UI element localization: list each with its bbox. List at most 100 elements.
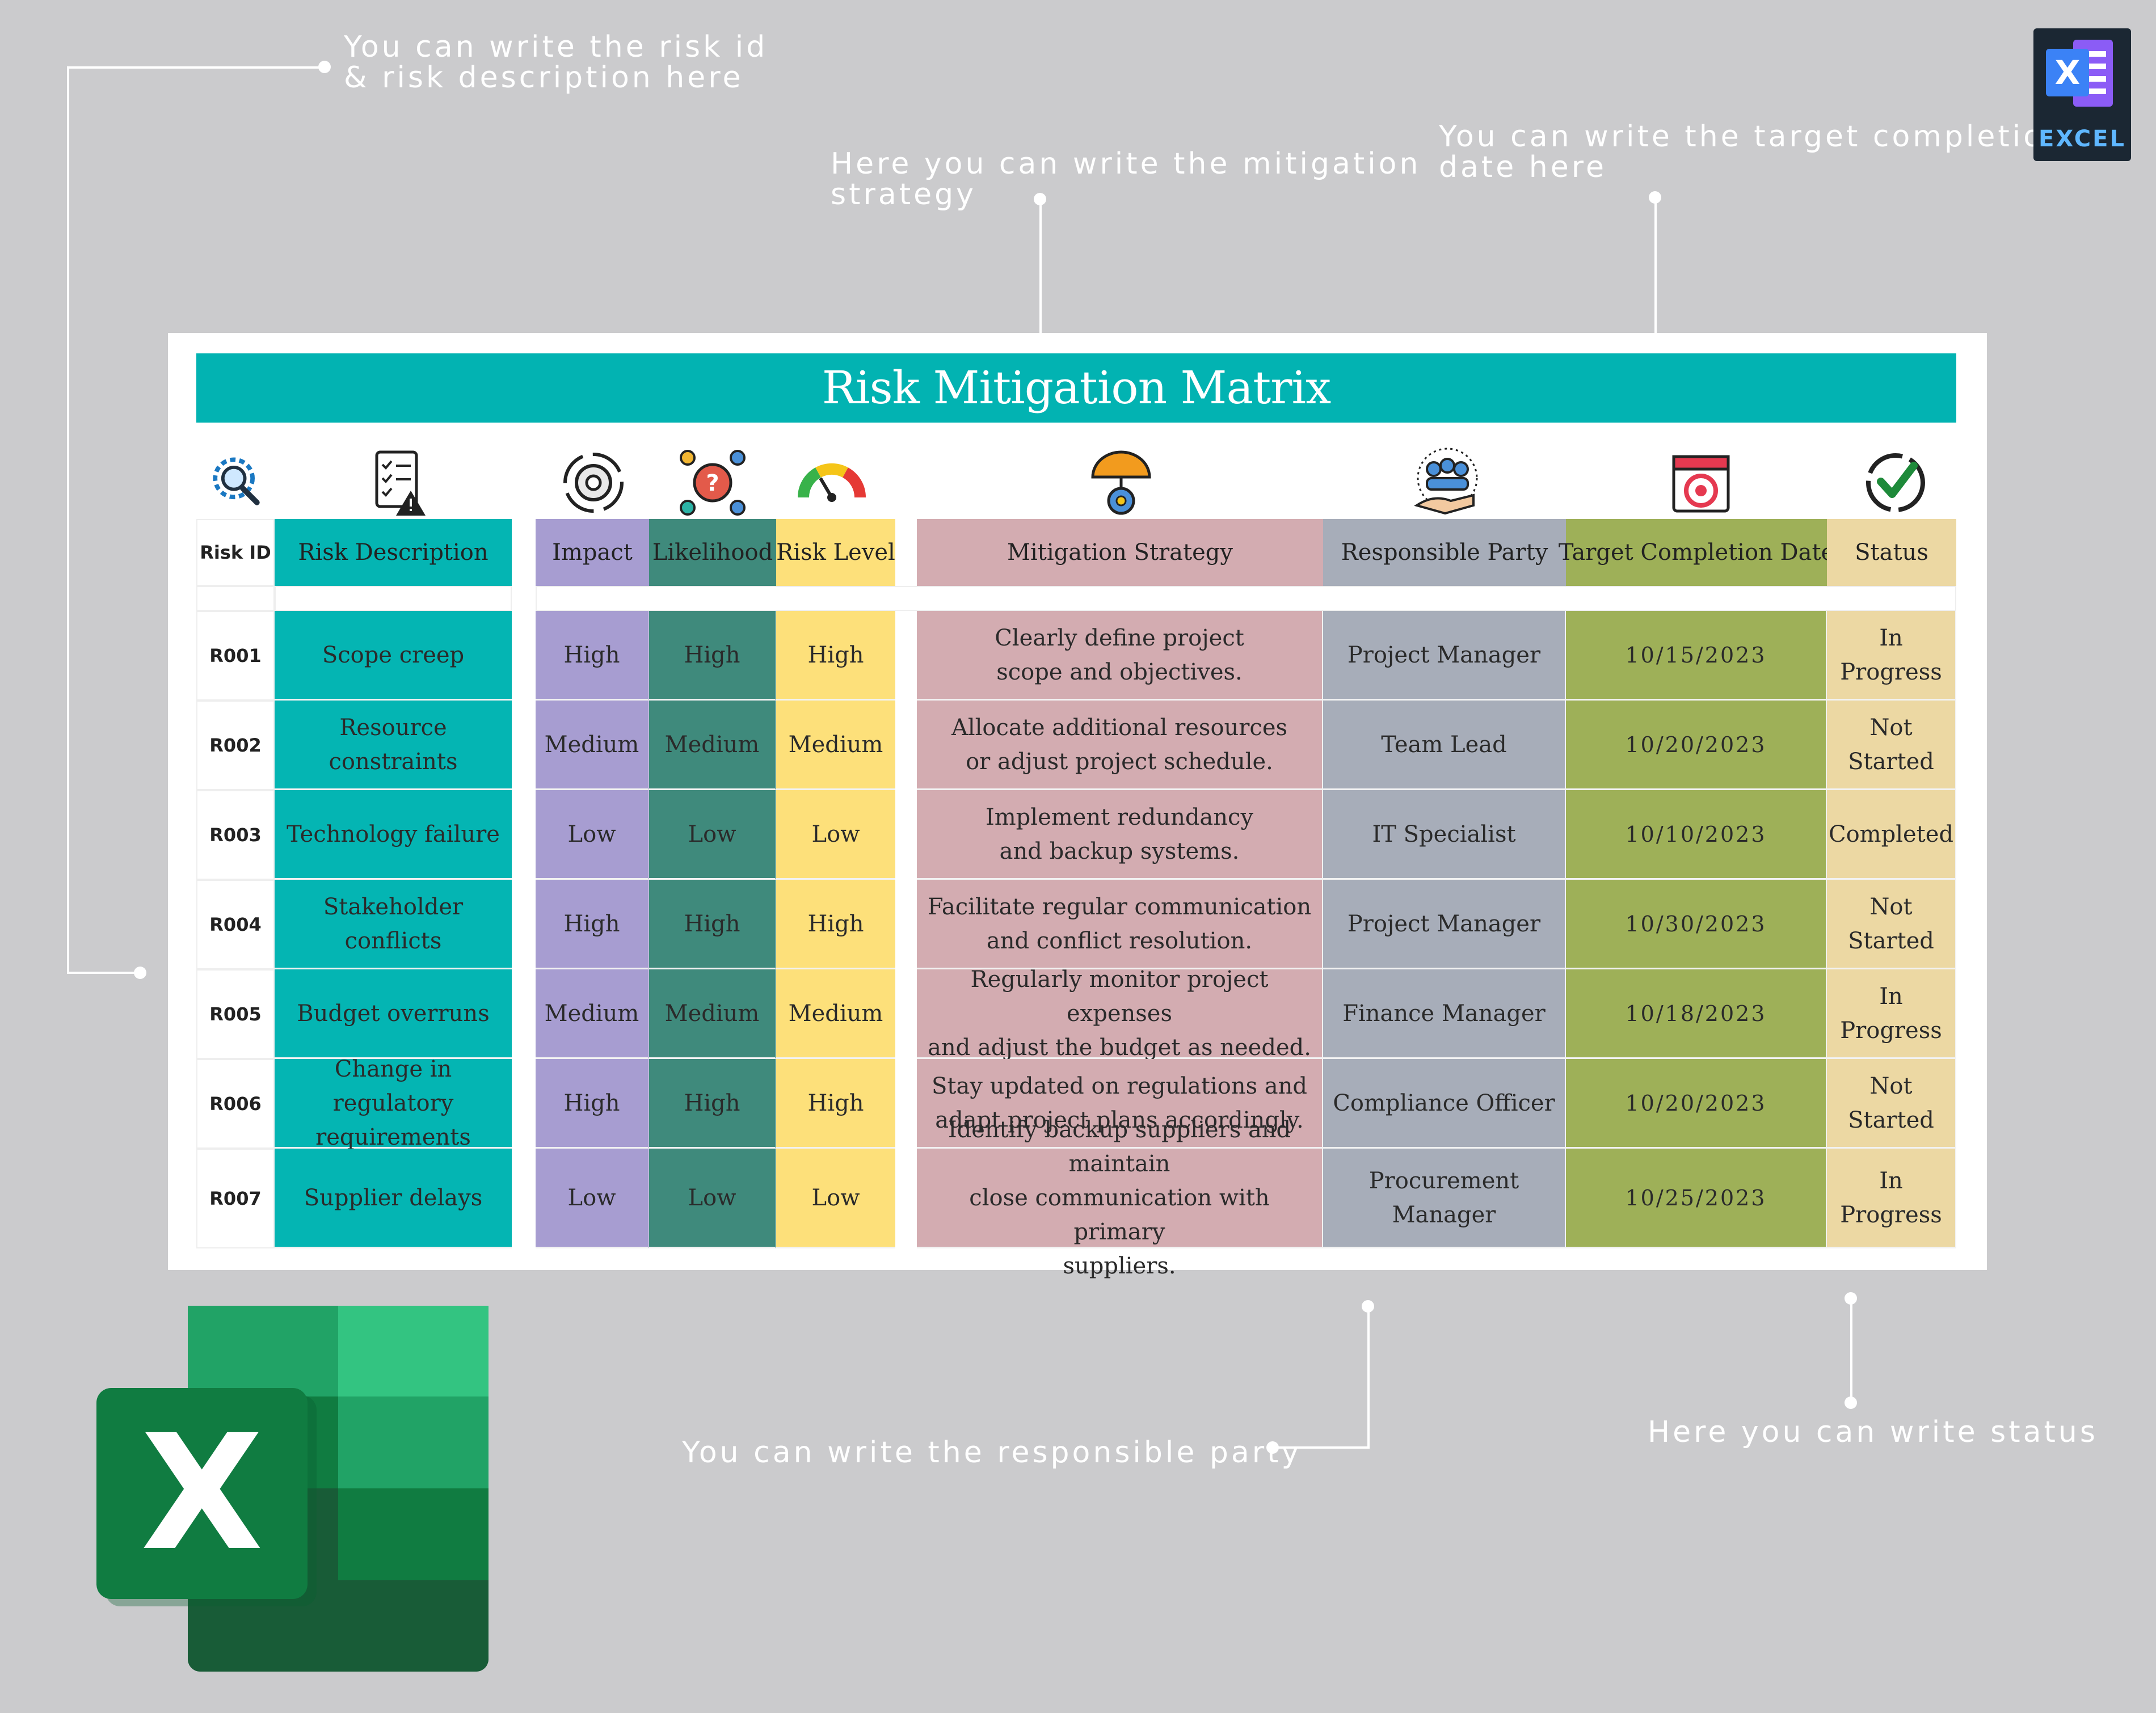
cell-risk-level[interactable]: High <box>776 611 895 701</box>
cell-risk-level[interactable]: Medium <box>776 701 895 790</box>
excel-badge-label: EXCEL <box>2039 126 2126 152</box>
callout-target-date: You can write the target completion date… <box>1439 120 2066 184</box>
callout-line-status <box>1850 1298 1852 1402</box>
cell-risk-id[interactable]: R004 <box>196 880 275 969</box>
checklist-warning-icon <box>281 446 517 519</box>
cell-impact[interactable]: High <box>536 611 649 701</box>
cell-risk-id[interactable]: R002 <box>196 701 275 790</box>
cell-target-date[interactable]: 10/20/2023 <box>1566 1059 1827 1149</box>
cell-impact[interactable]: High <box>536 1059 649 1149</box>
callout-line-riskid-h1 <box>67 66 325 69</box>
cell-mitigation-strategy[interactable]: Regularly monitor project expenses and a… <box>917 967 1323 1061</box>
cell-risk-description[interactable]: Scope creep <box>275 611 512 701</box>
callout-dot <box>1845 1396 1857 1409</box>
cell-responsible-party[interactable]: Project Manager <box>1323 611 1566 701</box>
header-risk-id: Risk ID <box>196 519 275 586</box>
check-circle-icon <box>1833 446 1959 519</box>
risk-matrix-sheet: Risk Mitigation Matrix ? Risk ID Risk De… <box>168 333 1987 1279</box>
excel-badge-letter: X <box>2054 53 2081 92</box>
sheet-title: Risk Mitigation Matrix <box>196 353 1956 423</box>
header-impact: Impact <box>536 519 649 586</box>
callout-mitigation: Here you can write the mitigation strate… <box>831 147 1421 212</box>
cell-risk-level[interactable]: Low <box>776 790 895 880</box>
cell-impact[interactable]: Medium <box>536 701 649 790</box>
gear-network-icon: ? <box>656 446 769 519</box>
cell-status[interactable]: Not Started <box>1827 701 1956 790</box>
gauge-meter-icon <box>775 446 888 519</box>
header-likelihood: Likelihood <box>649 519 776 586</box>
cell-likelihood[interactable]: High <box>649 880 776 969</box>
cell-responsible-party[interactable]: Finance Manager <box>1323 969 1566 1059</box>
cell-target-date[interactable]: 10/15/2023 <box>1566 611 1827 701</box>
cell-risk-description[interactable]: Stakeholder conflicts <box>275 880 512 969</box>
cell-risk-id[interactable]: R001 <box>196 611 275 701</box>
cell-responsible-party[interactable]: Team Lead <box>1323 701 1566 790</box>
cell-likelihood[interactable]: Medium <box>649 701 776 790</box>
cell-risk-id[interactable]: R006 <box>196 1059 275 1149</box>
cell-status[interactable]: Completed <box>1827 790 1956 880</box>
cell-impact[interactable]: Low <box>536 1149 649 1248</box>
cell-target-date[interactable]: 10/10/2023 <box>1566 790 1827 880</box>
callout-line-date <box>1654 197 1657 334</box>
cell-mitigation-strategy[interactable]: Allocate additional resources or adjust … <box>917 701 1323 790</box>
calendar-target-icon <box>1569 446 1833 519</box>
header-responsible-party: Responsible Party <box>1323 519 1566 586</box>
spacer-row <box>196 586 1956 611</box>
cell-responsible-party[interactable]: Procurement Manager <box>1323 1149 1566 1248</box>
excel-big-logo: X <box>94 1306 491 1674</box>
cell-status[interactable]: In Progress <box>1827 1149 1956 1248</box>
cell-risk-description[interactable]: Technology failure <box>275 790 512 880</box>
cell-impact[interactable]: Medium <box>536 969 649 1059</box>
cell-responsible-party[interactable]: IT Specialist <box>1323 790 1566 880</box>
cell-target-date[interactable]: 10/18/2023 <box>1566 969 1827 1059</box>
header-risk-level: Risk Level <box>776 519 895 586</box>
callout-line-responsible-v <box>1367 1305 1370 1449</box>
excel-badge: X EXCEL <box>2033 28 2131 161</box>
cell-risk-level[interactable]: Medium <box>776 969 895 1059</box>
cell-impact[interactable]: High <box>536 880 649 969</box>
cell-risk-id[interactable]: R003 <box>196 790 275 880</box>
cell-status[interactable]: Not Started <box>1827 1059 1956 1149</box>
cell-risk-level[interactable]: High <box>776 880 895 969</box>
cell-likelihood[interactable]: Low <box>649 1149 776 1248</box>
cell-risk-id[interactable]: R007 <box>196 1149 275 1248</box>
cell-likelihood[interactable]: High <box>649 611 776 701</box>
cell-risk-description[interactable]: Budget overruns <box>275 969 512 1059</box>
team-hand-icon <box>1325 446 1569 519</box>
umbrella-gear-icon <box>917 446 1325 519</box>
cell-likelihood[interactable]: High <box>649 1059 776 1149</box>
callout-line-mitigation <box>1039 199 1042 334</box>
cell-status[interactable]: In Progress <box>1827 611 1956 701</box>
cell-mitigation-strategy[interactable]: Clearly define project scope and objecti… <box>917 611 1323 701</box>
callout-dot <box>134 967 146 979</box>
cell-responsible-party[interactable]: Compliance Officer <box>1323 1059 1566 1149</box>
cell-likelihood[interactable]: Low <box>649 790 776 880</box>
callout-dot <box>1845 1292 1857 1305</box>
cell-status[interactable]: Not Started <box>1827 880 1956 969</box>
cell-impact[interactable]: Low <box>536 790 649 880</box>
cell-mitigation-strategy[interactable]: Implement redundancy and backup systems. <box>917 790 1323 880</box>
cell-mitigation-strategy[interactable]: Identify backup suppliers and maintain c… <box>917 1117 1323 1279</box>
gear-cycle-icon <box>537 446 650 519</box>
cell-responsible-party[interactable]: Project Manager <box>1323 880 1566 969</box>
cell-risk-description[interactable]: Change in regulatory requirements <box>275 1056 512 1150</box>
cell-likelihood[interactable]: Medium <box>649 969 776 1059</box>
callout-risk-id: You can write the risk id & risk descrip… <box>344 30 768 95</box>
svg-text:?: ? <box>706 470 719 496</box>
cell-risk-level[interactable]: Low <box>776 1149 895 1248</box>
cell-risk-description[interactable]: Resource constraints <box>275 701 512 790</box>
cell-target-date[interactable]: 10/25/2023 <box>1566 1149 1827 1248</box>
header-status: Status <box>1827 519 1956 586</box>
callout-dot <box>1362 1300 1374 1313</box>
callout-responsible: You can write the responsible party <box>682 1436 1302 1470</box>
cell-target-date[interactable]: 10/20/2023 <box>1566 701 1827 790</box>
cell-risk-description[interactable]: Supplier delays <box>275 1149 512 1248</box>
cell-risk-id[interactable]: R005 <box>196 969 275 1059</box>
cell-target-date[interactable]: 10/30/2023 <box>1566 880 1827 969</box>
cell-risk-level[interactable]: High <box>776 1059 895 1149</box>
excel-big-letter: X <box>141 1401 263 1586</box>
callout-line-riskid-v <box>67 66 69 974</box>
cell-status[interactable]: In Progress <box>1827 969 1956 1059</box>
header-target-completion-date: Target Completion Date <box>1559 519 1834 586</box>
cell-mitigation-strategy[interactable]: Facilitate regular communication and con… <box>917 880 1323 969</box>
